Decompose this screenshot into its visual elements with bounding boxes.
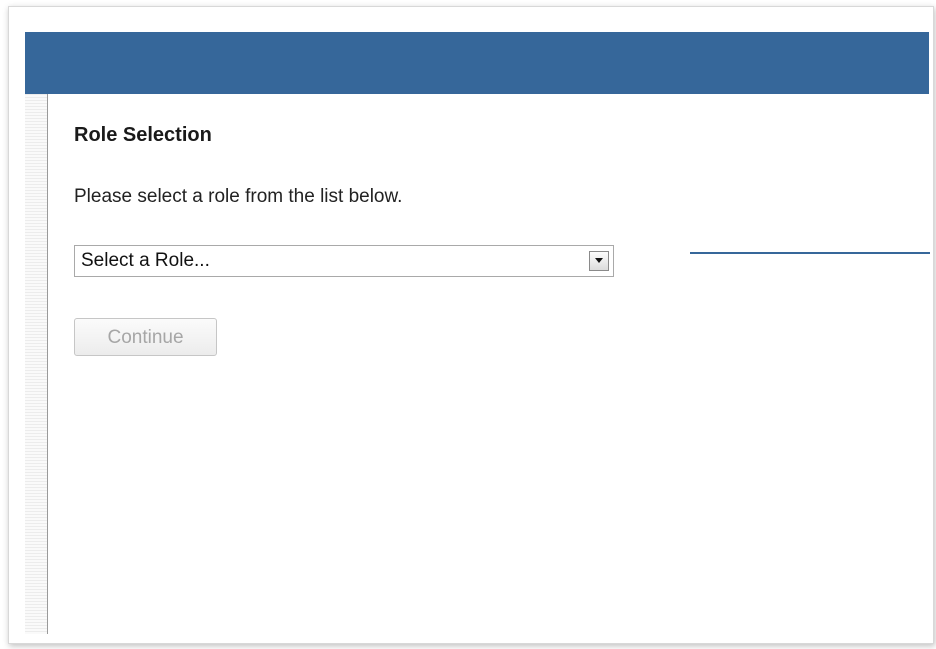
- role-select-value: Select a Role...: [81, 250, 210, 271]
- dropdown-arrow-button[interactable]: [589, 251, 609, 271]
- header-bar: [25, 32, 929, 94]
- chevron-down-icon: [595, 258, 603, 263]
- page-title: Role Selection: [74, 124, 212, 146]
- callout-line: [690, 252, 930, 254]
- left-sidebar-stripe: [25, 94, 48, 634]
- role-selection-panel: Role Selection Please select a role from…: [74, 120, 674, 356]
- instructions-text: Please select a role from the list below…: [74, 186, 403, 207]
- role-select[interactable]: Select a Role...: [74, 245, 614, 277]
- continue-button[interactable]: Continue: [74, 318, 217, 356]
